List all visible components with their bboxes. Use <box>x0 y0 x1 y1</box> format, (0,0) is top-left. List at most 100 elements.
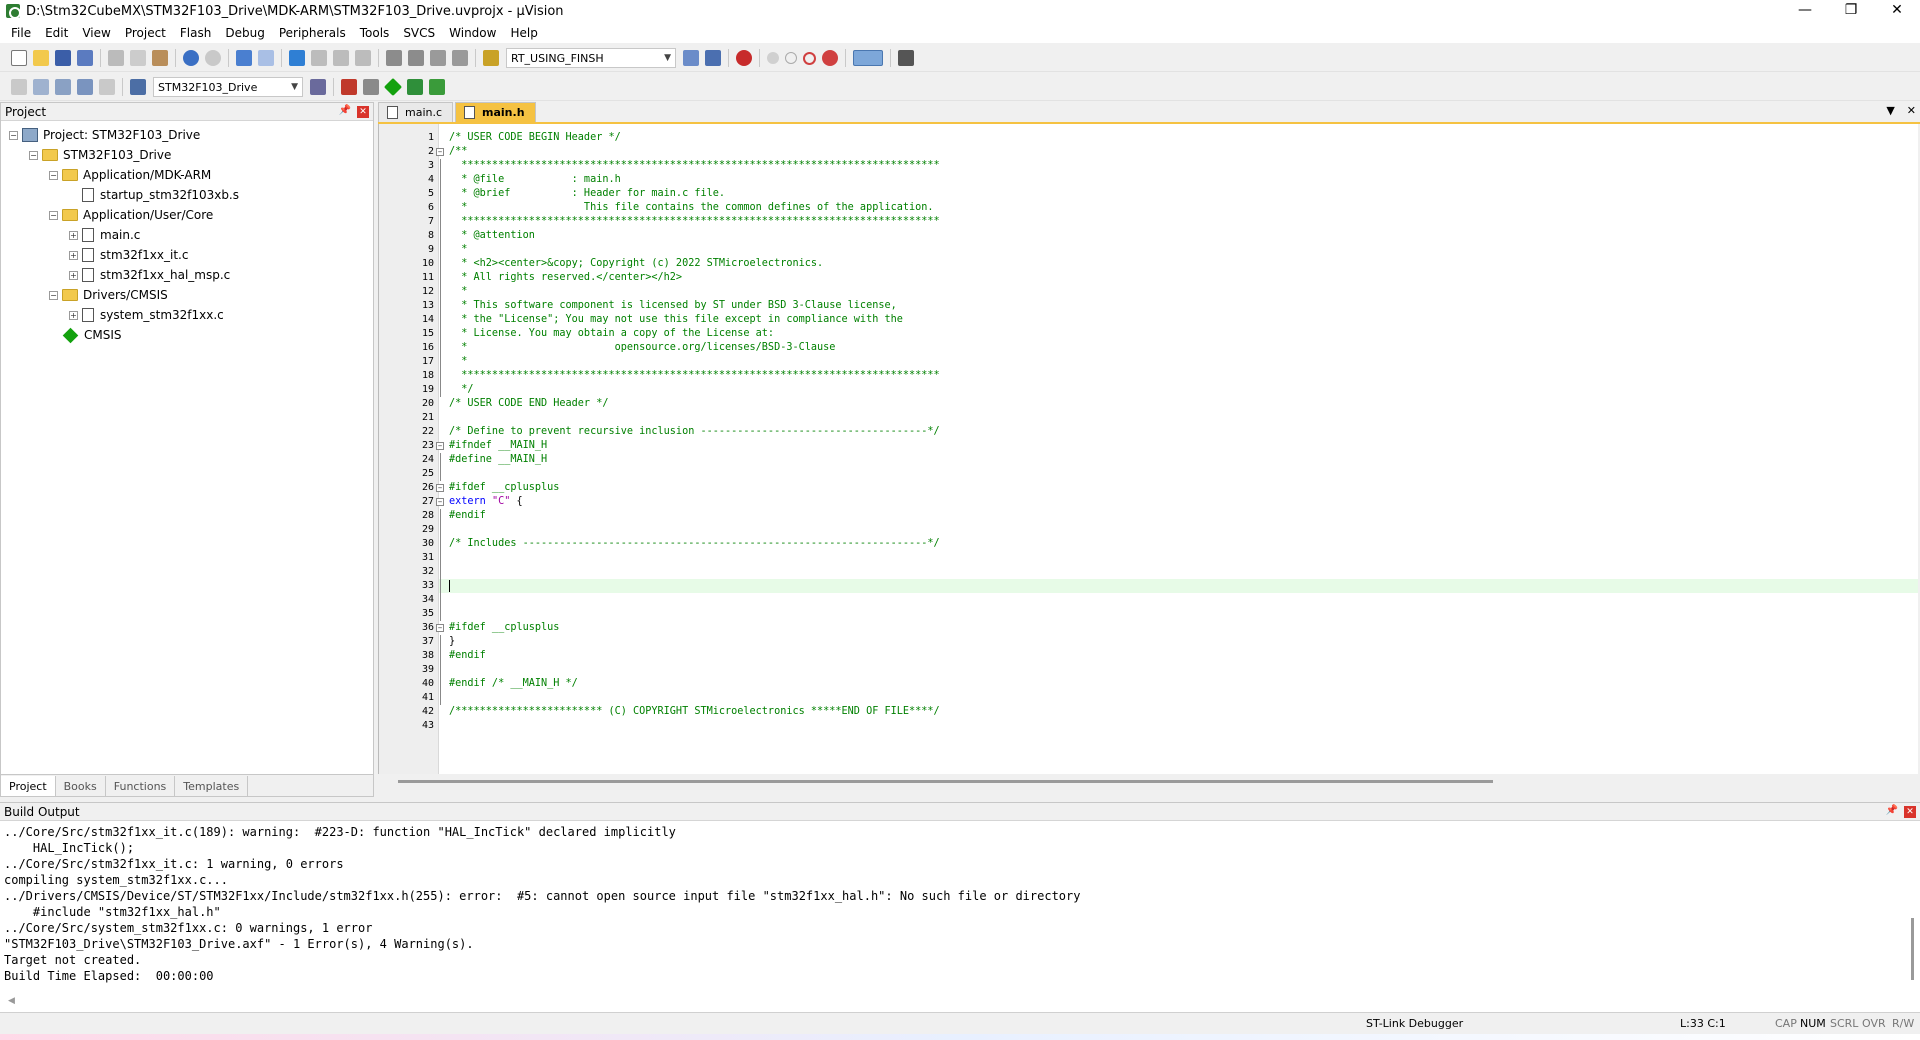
bookmark-clear-icon[interactable] <box>355 50 371 66</box>
pin-icon[interactable]: 📌 <box>339 105 351 116</box>
find-in-files-icon[interactable] <box>483 50 499 66</box>
select-packs-icon[interactable] <box>407 79 423 95</box>
navigate-back-icon[interactable] <box>236 50 252 66</box>
code-line[interactable]: 43 <box>422 719 1918 733</box>
code-line[interactable]: 37} <box>422 635 1918 649</box>
code-editor[interactable]: 1/* USER CODE BEGIN Header */2−/** 3 ****… <box>378 124 1918 774</box>
download-icon[interactable] <box>130 79 146 95</box>
collapse-icon[interactable]: − <box>49 290 58 300</box>
code-line[interactable]: 39 <box>422 663 1918 677</box>
menu-flash[interactable]: Flash <box>173 26 218 40</box>
menu-window[interactable]: Window <box>442 26 503 40</box>
code-line[interactable]: 32 <box>422 565 1918 579</box>
stop-build-icon[interactable] <box>99 79 115 95</box>
code-line[interactable]: 17 * <box>422 355 1918 369</box>
code-line[interactable]: 11 * All rights reserved.</center></h2> <box>422 271 1918 285</box>
chevron-down-icon[interactable]: ▼ <box>291 82 298 92</box>
code-line[interactable]: 40 #endif /* __MAIN_H */ <box>422 677 1918 691</box>
code-line[interactable]: 13 * This software component is licensed… <box>422 299 1918 313</box>
find-combo[interactable]: RT_USING_FINSH ▼ <box>506 48 676 68</box>
build-icon[interactable] <box>33 79 49 95</box>
code-line[interactable]: 3 **************************************… <box>428 159 1918 173</box>
editor-horizontal-scrollbar[interactable] <box>398 780 1493 783</box>
menu-tools[interactable]: Tools <box>353 26 397 40</box>
menu-edit[interactable]: Edit <box>38 26 75 40</box>
close-editor-icon[interactable]: ✕ <box>1907 104 1916 117</box>
code-line[interactable]: 27− extern "C" { <box>422 495 1918 509</box>
code-line[interactable]: 19 */ <box>422 383 1918 397</box>
build-output-text[interactable]: ../Core/Src/stm32f1xx_it.c(189): warning… <box>0 821 1920 984</box>
fold-icon[interactable]: − <box>436 442 444 450</box>
tree-node[interactable]: − Project: STM32F103_Drive <box>1 125 373 145</box>
expand-icon[interactable]: + <box>69 230 78 240</box>
code-line[interactable]: 30 /* Includes --------------------------… <box>422 537 1918 551</box>
redo-icon[interactable] <box>205 50 221 66</box>
code-line[interactable]: 16 * opensource.org/licenses/BSD-3-Claus… <box>422 341 1918 355</box>
code-line[interactable]: 4 * @file : main.h <box>428 173 1918 187</box>
collapse-icon[interactable]: − <box>29 150 38 160</box>
indent-icon[interactable] <box>386 50 402 66</box>
copy-icon[interactable] <box>130 50 146 66</box>
code-line[interactable]: 36− #ifdef __cplusplus <box>422 621 1918 635</box>
fold-icon[interactable]: − <box>436 624 444 632</box>
tree-node[interactable]: + stm32f1xx_it.c <box>1 245 373 265</box>
menu-svcs[interactable]: SVCS <box>396 26 442 40</box>
tab-project[interactable]: Project <box>1 776 56 796</box>
cut-icon[interactable] <box>108 50 124 66</box>
tree-node[interactable]: + stm32f1xx_hal_msp.c <box>1 265 373 285</box>
maximize-button[interactable]: ❐ <box>1828 0 1874 22</box>
rebuild-icon[interactable] <box>55 79 71 95</box>
code-line[interactable]: 33 <box>422 579 1918 593</box>
menu-project[interactable]: Project <box>118 26 173 40</box>
tree-node[interactable]: startup_stm32f103xb.s <box>1 185 373 205</box>
tree-node[interactable]: − STM32F103_Drive <box>1 145 373 165</box>
fold-icon[interactable]: − <box>436 148 444 156</box>
menu-debug[interactable]: Debug <box>218 26 271 40</box>
code-line[interactable]: 6 * This file contains the common define… <box>428 201 1918 215</box>
menu-help[interactable]: Help <box>503 26 544 40</box>
batch-build-icon[interactable] <box>77 79 93 95</box>
code-line[interactable]: 28 #endif <box>422 509 1918 523</box>
code-line[interactable]: 25 <box>422 467 1918 481</box>
start-debug-icon[interactable] <box>736 50 752 66</box>
code-line[interactable]: 23− #ifndef __MAIN_H <box>422 439 1918 453</box>
code-line[interactable]: 12 * <box>422 285 1918 299</box>
paste-icon[interactable] <box>152 50 168 66</box>
close-icon[interactable]: ✕ <box>357 106 369 118</box>
code-line[interactable]: 35 <box>422 607 1918 621</box>
tree-node[interactable]: − Application/User/Core <box>1 205 373 225</box>
target-options-icon[interactable] <box>310 79 326 95</box>
navigate-forward-icon[interactable] <box>258 50 274 66</box>
open-file-icon[interactable] <box>33 50 49 66</box>
minimize-button[interactable]: — <box>1782 0 1828 22</box>
code-line[interactable]: 26− #ifdef __cplusplus <box>422 481 1918 495</box>
fold-icon[interactable]: − <box>436 498 444 506</box>
save-icon[interactable] <box>55 50 71 66</box>
enable-breakpoint-icon[interactable] <box>785 52 797 64</box>
translate-icon[interactable] <box>11 79 27 95</box>
code-line[interactable]: 18 *************************************… <box>422 369 1918 383</box>
menu-peripherals[interactable]: Peripherals <box>272 26 353 40</box>
pack-installer-icon[interactable] <box>429 79 445 95</box>
code-line[interactable]: 7 **************************************… <box>428 215 1918 229</box>
collapse-icon[interactable]: − <box>9 130 18 140</box>
code-line[interactable]: 14 * the "License"; You may not use this… <box>422 313 1918 327</box>
disable-breakpoints-icon[interactable] <box>803 51 816 65</box>
tab-list-chevron-icon[interactable]: ▼ <box>1886 104 1894 117</box>
expand-icon[interactable]: + <box>69 250 78 260</box>
insert-breakpoint-icon[interactable] <box>767 52 779 64</box>
tree-node[interactable]: − Application/MDK-ARM <box>1 165 373 185</box>
code-line[interactable]: 2−/** <box>428 145 1918 159</box>
tab-templates[interactable]: Templates <box>175 776 249 796</box>
bookmark-toggle-icon[interactable] <box>289 50 305 66</box>
code-line[interactable]: 8 * @attention <box>428 229 1918 243</box>
unindent-icon[interactable] <box>408 50 424 66</box>
code-line[interactable]: 9 * <box>428 243 1918 257</box>
code-line[interactable]: 41 <box>422 691 1918 705</box>
uncomment-icon[interactable] <box>452 50 468 66</box>
tree-node[interactable]: CMSIS <box>1 325 373 345</box>
code-line[interactable]: 21 <box>422 411 1918 425</box>
save-all-icon[interactable] <box>77 50 93 66</box>
bookmark-prev-icon[interactable] <box>311 50 327 66</box>
collapse-icon[interactable]: − <box>49 170 58 180</box>
